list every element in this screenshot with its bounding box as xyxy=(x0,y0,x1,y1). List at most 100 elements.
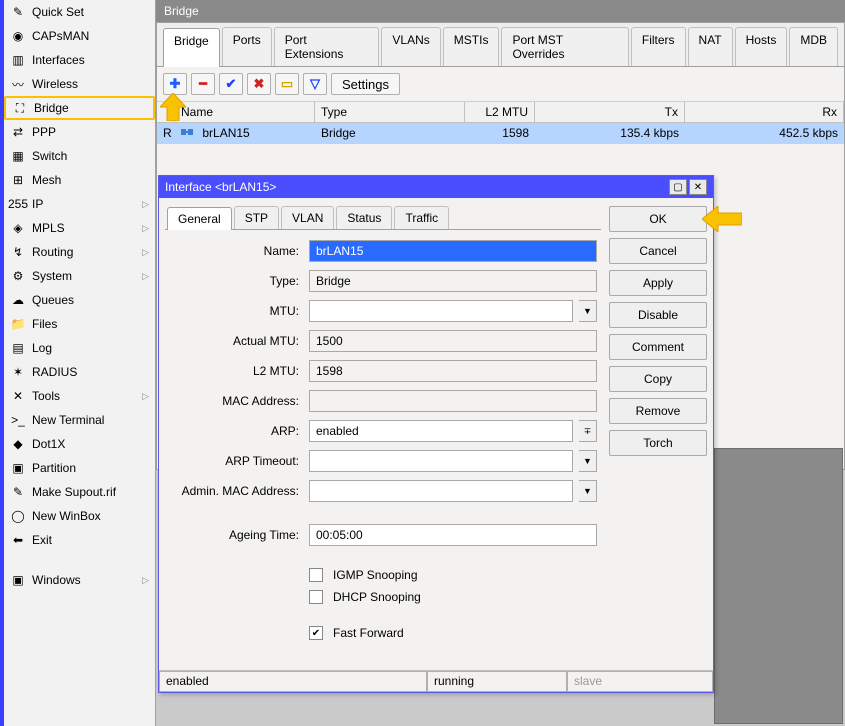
row-flag: R xyxy=(157,123,175,143)
tab-ports[interactable]: Ports xyxy=(222,27,272,66)
grey-panel xyxy=(714,448,843,724)
col-name[interactable]: Name xyxy=(175,102,315,122)
dialog-tab-status[interactable]: Status xyxy=(336,206,392,229)
sidebar-item-interfaces[interactable]: ▥Interfaces xyxy=(4,48,155,72)
cancel-button[interactable]: Cancel xyxy=(609,238,707,264)
sidebar-item-ppp[interactable]: ⇄PPP xyxy=(4,120,155,144)
sidebar-item-partition[interactable]: ▣Partition xyxy=(4,456,155,480)
tab-nat[interactable]: NAT xyxy=(688,27,733,66)
interface-dialog: Interface <brLAN15> ▢ ✕ GeneralSTPVLANSt… xyxy=(158,175,714,693)
actual-mtu-label: Actual MTU: xyxy=(169,334,303,348)
arp-timeout-label: ARP Timeout: xyxy=(169,454,303,468)
dhcp-checkbox[interactable] xyxy=(309,590,323,604)
sidebar-item-radius[interactable]: ✶ RADIUS xyxy=(4,360,155,384)
col-tx[interactable]: Tx xyxy=(535,102,685,122)
sidebar-item-system[interactable]: ⚙System▷ xyxy=(4,264,155,288)
sidebar-item-new-terminal[interactable]: >_New Terminal xyxy=(4,408,155,432)
arp-dropdown[interactable]: ∓ xyxy=(579,420,597,442)
sidebar-item-label: RADIUS xyxy=(32,365,77,379)
chevron-right-icon: ▷ xyxy=(142,199,149,210)
dialog-statusbar: enabled running slave xyxy=(159,670,713,692)
sidebar-item-label: Log xyxy=(32,341,52,355)
tab-mdb[interactable]: MDB xyxy=(789,27,838,66)
chevron-right-icon: ▷ xyxy=(142,271,149,282)
switch-icon: ▦ xyxy=(10,148,26,164)
arp-timeout-dropdown[interactable]: ▼ xyxy=(579,450,597,472)
settings-button[interactable]: Settings xyxy=(331,73,400,95)
tab-bridge[interactable]: Bridge xyxy=(163,28,220,67)
table-row[interactable]: R brLAN15 Bridge 1598 135.4 kbps 452.5 k… xyxy=(157,123,844,144)
sidebar-item-mpls[interactable]: ◈MPLS▷ xyxy=(4,216,155,240)
tab-port-extensions[interactable]: Port Extensions xyxy=(274,27,380,66)
comment-dlg-button[interactable]: Comment xyxy=(609,334,707,360)
col-type[interactable]: Type xyxy=(315,102,465,122)
comment-button[interactable]: ▭ xyxy=(275,73,299,95)
sidebar-item-tools[interactable]: ✕Tools▷ xyxy=(4,384,155,408)
sidebar-item-quick-set[interactable]: ✎Quick Set xyxy=(4,0,155,24)
arp-input[interactable] xyxy=(309,420,573,442)
col-l2mtu[interactable]: L2 MTU xyxy=(465,102,535,122)
sidebar-item-label: Partition xyxy=(32,461,76,475)
sidebar-item-windows[interactable]: ▣ Windows ▷ xyxy=(4,568,155,592)
sidebar-item-ip[interactable]: 255IP▷ xyxy=(4,192,155,216)
sidebar-item-label: Routing xyxy=(32,245,73,259)
dialog-titlebar[interactable]: Interface <brLAN15> ▢ ✕ xyxy=(159,176,713,198)
tab-vlans[interactable]: VLANs xyxy=(381,27,440,66)
sidebar-item-capsman[interactable]: ◉CAPsMAN xyxy=(4,24,155,48)
add-button[interactable]: ✚ xyxy=(163,73,187,95)
tab-port-mst-overrides[interactable]: Port MST Overrides xyxy=(501,27,628,66)
torch-button[interactable]: Torch xyxy=(609,430,707,456)
chevron-right-icon: ▷ xyxy=(142,391,149,402)
ppp-icon: ⇄ xyxy=(10,124,26,140)
sidebar-item-label: Bridge xyxy=(34,101,69,115)
ageing-input[interactable] xyxy=(309,524,597,546)
filter-button[interactable]: ▽ xyxy=(303,73,327,95)
sidebar-item-bridge[interactable]: ⛶Bridge xyxy=(4,96,155,120)
admin-mac-dropdown[interactable]: ▼ xyxy=(579,480,597,502)
dialog-tab-traffic[interactable]: Traffic xyxy=(394,206,449,229)
mesh-icon: ⊞ xyxy=(10,172,26,188)
mtu-dropdown[interactable]: ▼ xyxy=(579,300,597,322)
sidebar-item-dot1x[interactable]: ◆Dot1X xyxy=(4,432,155,456)
sidebar-item-log[interactable]: ▤Log xyxy=(4,336,155,360)
dialog-tab-vlan[interactable]: VLAN xyxy=(281,206,334,229)
tab-mstis[interactable]: MSTIs xyxy=(443,27,500,66)
queues-icon: ☁ xyxy=(10,292,26,308)
dialog-tab-general[interactable]: General xyxy=(167,207,232,230)
sidebar-item-make-supout-rif[interactable]: ✎Make Supout.rif xyxy=(4,480,155,504)
copy-button[interactable]: Copy xyxy=(609,366,707,392)
admin-mac-input[interactable] xyxy=(309,480,573,502)
sidebar-item-label: Files xyxy=(32,317,57,331)
sidebar-item-wireless[interactable]: 〰Wireless xyxy=(4,72,155,96)
files-icon: 📁 xyxy=(10,316,26,332)
arp-timeout-input[interactable] xyxy=(309,450,573,472)
grid-header: Name Type L2 MTU Tx Rx xyxy=(157,102,844,123)
remove-dlg-button[interactable]: Remove xyxy=(609,398,707,424)
radius-icon: ✶ xyxy=(10,364,26,380)
igmp-checkbox[interactable] xyxy=(309,568,323,582)
name-input[interactable] xyxy=(309,240,597,262)
dhcp-label: DHCP Snooping xyxy=(333,590,421,604)
disable-button[interactable]: ✖ xyxy=(247,73,271,95)
apply-button[interactable]: Apply xyxy=(609,270,707,296)
mtu-input[interactable] xyxy=(309,300,573,322)
close-button[interactable]: ✕ xyxy=(689,179,707,195)
sidebar-item-mesh[interactable]: ⊞Mesh xyxy=(4,168,155,192)
remove-button[interactable]: ━ xyxy=(191,73,215,95)
minimize-button[interactable]: ▢ xyxy=(669,179,687,195)
sidebar-item-queues[interactable]: ☁Queues xyxy=(4,288,155,312)
enable-button[interactable]: ✔ xyxy=(219,73,243,95)
tab-filters[interactable]: Filters xyxy=(631,27,686,66)
col-rx[interactable]: Rx xyxy=(685,102,844,122)
sidebar-item-exit[interactable]: ⬅Exit xyxy=(4,528,155,552)
tab-hosts[interactable]: Hosts xyxy=(735,27,788,66)
sidebar-item-switch[interactable]: ▦Switch xyxy=(4,144,155,168)
ok-button[interactable]: OK xyxy=(609,206,707,232)
disable-dlg-button[interactable]: Disable xyxy=(609,302,707,328)
sidebar-item-routing[interactable]: ↯Routing▷ xyxy=(4,240,155,264)
col-flag[interactable] xyxy=(157,102,175,122)
dialog-tab-stp[interactable]: STP xyxy=(234,206,279,229)
sidebar-item-new-winbox[interactable]: ◯New WinBox xyxy=(4,504,155,528)
sidebar-item-files[interactable]: 📁 Files xyxy=(4,312,155,336)
fastforward-checkbox[interactable]: ✔ xyxy=(309,626,323,640)
